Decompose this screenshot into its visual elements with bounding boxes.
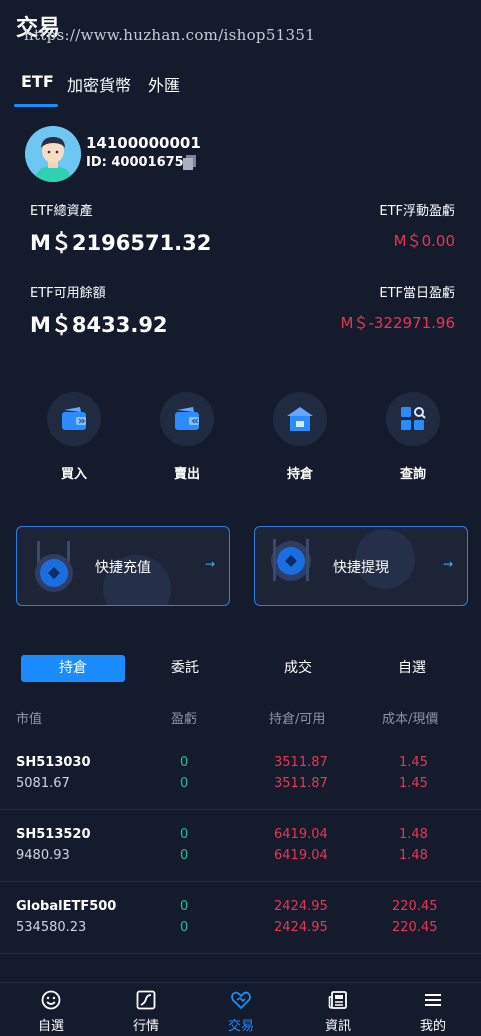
row-market-value: 534580.23 — [16, 920, 87, 935]
row-avail: 6419.04 — [274, 848, 328, 863]
chart-icon — [136, 990, 156, 1010]
nav-watchlist-label: 自選 — [37, 1019, 64, 1034]
smiley-icon — [41, 990, 61, 1010]
sell-button[interactable]: 賣出 — [159, 392, 215, 482]
nav-market-label: 行情 — [132, 1019, 159, 1034]
tab-watchlist[interactable]: 自選 — [360, 655, 464, 682]
row-hold: 6419.04 — [274, 827, 328, 842]
tab-forex[interactable]: 外匯 — [148, 72, 180, 96]
row-market-value: 5081.67 — [16, 776, 70, 791]
wallet-out-icon — [160, 392, 214, 446]
quick-withdraw-card[interactable]: 快捷提現 → — [254, 526, 468, 606]
table-row[interactable]: SH513030 5081.67 0 0 3511.87 3511.87 1.4… — [0, 738, 481, 810]
nav-profile-label: 我的 — [419, 1019, 446, 1034]
account-phone: 14100000001 — [86, 134, 201, 152]
daily-pnl-label: ETF當日盈虧 — [379, 286, 455, 301]
table-row[interactable]: GlobalETF500 534580.23 0 0 2424.95 2424.… — [0, 882, 481, 954]
row-pnl: 0 — [180, 776, 189, 791]
row-avail: 3511.87 — [274, 776, 328, 791]
nav-market[interactable]: 行情 — [116, 989, 176, 1034]
quick-deposit-label: 快捷充值 — [95, 560, 151, 576]
table-row[interactable]: SH513520 9480.93 0 0 6419.04 6419.04 1.4… — [0, 810, 481, 882]
row-market-value: 9480.93 — [16, 848, 70, 863]
newspaper-icon — [328, 991, 347, 1009]
tab-etf[interactable]: ETF — [21, 72, 54, 91]
nav-watchlist[interactable]: 自選 — [21, 989, 81, 1034]
row-cost: 1.48 — [399, 827, 428, 842]
market-tabs: ETF 加密貨幣 外匯 — [0, 70, 481, 110]
menu-icon — [425, 994, 441, 1006]
row-hold: 2424.95 — [274, 899, 328, 914]
tab-trades[interactable]: 成交 — [246, 655, 350, 682]
holdings-button[interactable]: 持倉 — [272, 392, 328, 482]
available-balance-label: ETF可用餘額 — [30, 286, 106, 301]
quick-deposit-card[interactable]: 快捷充值 → — [16, 526, 230, 606]
col-pnl: 盈虧 — [171, 712, 198, 727]
handshake-icon — [231, 991, 251, 1010]
floating-pnl-label: ETF浮動盈虧 — [379, 204, 455, 219]
available-balance-value: M＄8433.92 — [30, 313, 168, 337]
active-tab-indicator — [14, 104, 58, 107]
query-label: 查詢 — [399, 467, 426, 482]
row-symbol: SH513030 — [16, 755, 91, 770]
row-symbol: SH513520 — [16, 827, 91, 842]
row-pnl: 0 — [180, 848, 189, 863]
bottom-nav: 自選 行情 交易 資訊 我的 — [0, 982, 481, 1036]
sell-label: 賣出 — [173, 467, 200, 482]
nav-news-label: 資訊 — [324, 1019, 351, 1034]
account-id: ID: 40001675 — [86, 155, 184, 170]
nav-trade-label: 交易 — [227, 1019, 254, 1034]
buy-button[interactable]: 買入 — [46, 392, 102, 482]
row-price: 220.45 — [392, 920, 438, 935]
total-assets-label: ETF總資產 — [30, 204, 93, 219]
tab-orders[interactable]: 委託 — [133, 655, 237, 682]
grid-search-icon — [386, 392, 440, 446]
tab-crypto[interactable]: 加密貨幣 — [67, 72, 131, 96]
row-avail: 2424.95 — [274, 920, 328, 935]
row-price: 1.48 — [399, 848, 428, 863]
nav-news[interactable]: 資訊 — [308, 989, 368, 1034]
floating-pnl-value: M＄0.00 — [393, 232, 455, 250]
total-assets-value: M＄2196571.32 — [30, 231, 212, 255]
row-hold: 3511.87 — [274, 755, 328, 770]
nav-trade[interactable]: 交易 — [211, 989, 271, 1034]
row-pnl: 0 — [180, 755, 189, 770]
query-button[interactable]: 查詢 — [385, 392, 441, 482]
row-price: 1.45 — [399, 776, 428, 791]
row-cost: 220.45 — [392, 899, 438, 914]
watermark: https://www.huzhan.com/ishop51351 — [24, 26, 316, 44]
avatar[interactable] — [25, 126, 81, 182]
col-cost-price: 成本/現價 — [382, 712, 439, 727]
position-tabs: 持倉 委託 成交 自選 — [0, 655, 481, 683]
row-pnl: 0 — [180, 899, 189, 914]
row-pnl: 0 — [180, 827, 189, 842]
header: 交易 https://www.huzhan.com/ishop51351 — [0, 0, 481, 60]
row-pnl: 0 — [180, 920, 189, 935]
nav-profile[interactable]: 我的 — [403, 989, 463, 1034]
col-market-value: 市值 — [16, 712, 43, 727]
copy-icon[interactable] — [182, 154, 198, 170]
store-icon — [273, 392, 327, 446]
tab-holdings[interactable]: 持倉 — [21, 655, 125, 682]
buy-label: 買入 — [60, 467, 87, 482]
col-hold-avail: 持倉/可用 — [269, 712, 326, 727]
daily-pnl-value: M＄-322971.96 — [340, 314, 455, 332]
quick-withdraw-label: 快捷提現 — [333, 560, 389, 576]
wallet-in-icon — [47, 392, 101, 446]
row-symbol: GlobalETF500 — [16, 899, 117, 914]
row-cost: 1.45 — [399, 755, 428, 770]
holdings-label: 持倉 — [286, 467, 313, 482]
arrow-right-icon: → — [204, 557, 215, 571]
arrow-right-icon: → — [442, 557, 453, 571]
